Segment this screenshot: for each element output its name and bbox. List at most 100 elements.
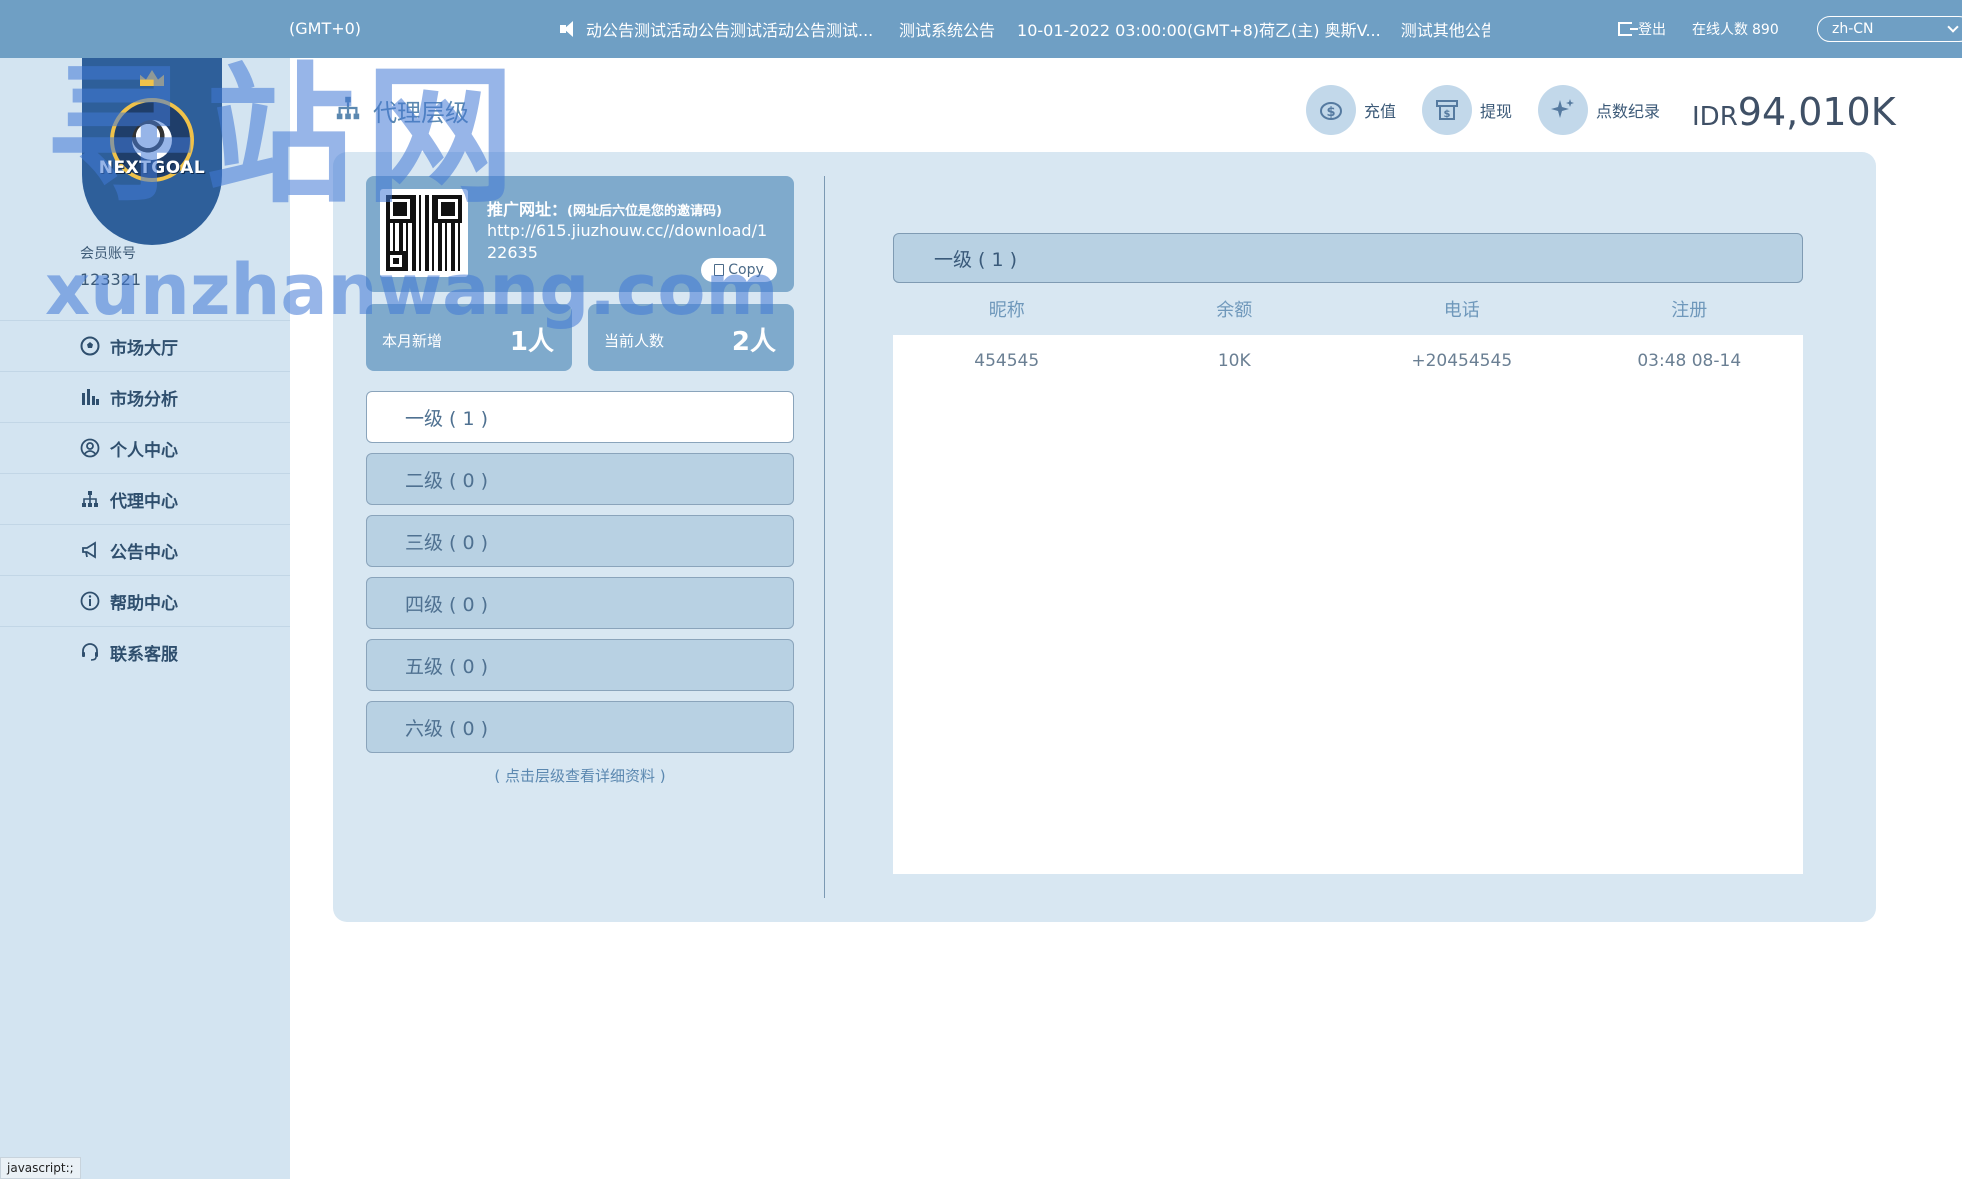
deposit-label: 充值 [1364,102,1397,121]
cell-registered: 03:48 08-14 [1637,351,1742,371]
announcement-item[interactable]: 测试其他公告 [1401,17,1490,41]
announcement-item[interactable]: 测试系统公告 [899,17,995,41]
bar-chart-icon [80,387,100,407]
sidebar-item-label: 代理中心 [110,491,178,512]
sidebar-nav: 市场大厅 市场分析 个人中心 代理中心 公告中心 帮助中心 联系客服 [0,320,290,677]
language-value: zh-CN [1832,21,1874,37]
timezone-label: (GMT+0) [289,19,362,38]
qr-code [380,189,468,277]
level-button-6[interactable]: 六级 ( 0 ) [366,701,794,753]
account-label: 会员账号 [80,246,136,262]
announcement-item[interactable]: 10-01-2022 03:00:00(GMT+8)荷乙(主) 奥斯V... [1017,17,1381,41]
promo-hint: (网址后六位是您的邀请码) [567,204,722,219]
online-label: 在线人数 [1692,22,1748,38]
level-button-1[interactable]: 一级 ( 1 ) [366,391,794,443]
speaker-icon [560,20,580,38]
level-list: 一级 ( 1 ) 二级 ( 0 ) 三级 ( 0 ) 四级 ( 0 ) 五级 (… [366,391,794,786]
balance-amount: 94,010K [1737,90,1896,134]
headset-icon [80,642,100,662]
sidebar-item-label: 市场分析 [110,389,178,410]
stat-label: 本月新增 [382,332,443,350]
sidebar: NEXTGOAL 会员账号 123321 市场大厅 市场分析 个人中心 代理中心… [0,58,290,1179]
atm-icon: $ [1422,85,1473,135]
table-body: 454545 10K +20454545 03:48 08-14 [893,335,1803,874]
browser-status-bar: javascript:; [0,1157,81,1179]
crown-icon [140,70,164,86]
logo[interactable]: NEXTGOAL [82,58,222,245]
table-row[interactable]: 454545 10K +20454545 03:48 08-14 [893,335,1803,387]
left-column: 推广网址：(网址后六位是您的邀请码) http://615.jiuzhouw.c… [366,176,794,786]
withdraw-label: 提现 [1480,102,1513,121]
points-record-button[interactable]: 点数纪录 [1538,85,1660,135]
promo-title-label: 推广网址： [487,200,568,219]
account-value: 123321 [80,270,142,289]
page-title-text: 代理层级 [373,99,469,127]
copy-button[interactable]: Copy [701,258,777,282]
level-button-3[interactable]: 三级 ( 0 ) [366,515,794,567]
cell-balance: 10K [1217,351,1251,371]
sidebar-item-market-analysis[interactable]: 市场分析 [0,371,290,422]
sidebar-item-label: 帮助中心 [110,593,178,614]
hierarchy-icon [80,489,100,509]
level-button-2[interactable]: 二级 ( 0 ) [366,453,794,505]
agent-hierarchy-panel: 推广网址：(网址后六位是您的邀请码) http://615.jiuzhouw.c… [333,152,1876,922]
sidebar-item-label: 公告中心 [110,542,178,563]
announcement-item[interactable]: 动公告测试活动公告测试活动公告测试... [586,17,881,41]
info-icon [80,591,100,611]
table-header: 昵称 余额 电话 注册 [893,283,1803,335]
column-header-balance: 余额 [1216,300,1253,321]
stat-value: 1人 [509,327,554,357]
column-header-nickname: 昵称 [988,300,1025,321]
withdraw-button[interactable]: $ 提现 [1422,85,1512,135]
soccer-ball-icon [80,336,100,356]
megaphone-icon [80,540,100,560]
level-detail-header: 一级 ( 1 ) [893,233,1803,283]
stat-current-members: 当前人数 2人 [588,304,794,371]
sidebar-item-personal-center[interactable]: 个人中心 [0,422,290,473]
column-divider [824,176,825,898]
header-actions: $ 充值 $ 提现 点数纪录 [1306,85,1686,135]
sparkle-icon [1538,85,1589,135]
promo-title: 推广网址：(网址后六位是您的邀请码) [487,196,722,220]
deposit-button[interactable]: $ 充值 [1306,85,1396,135]
balance-currency: IDR [1692,102,1738,132]
hierarchy-icon [333,94,363,128]
level-button-5[interactable]: 五级 ( 0 ) [366,639,794,691]
svg-text:$: $ [1444,109,1451,120]
language-select[interactable]: zh-CN [1817,16,1962,42]
stat-new-this-month: 本月新增 1人 [366,304,572,371]
online-users: 在线人数 890 [1692,19,1779,39]
copy-label: Copy [728,262,764,278]
level-detail: 一级 ( 1 ) 昵称 余额 电话 注册 454545 10K +2045454… [893,233,1803,874]
page-title: 代理层级 [333,93,469,128]
top-bar: (GMT+0) 动公告测试活动公告测试活动公告测试... 测试系统公告 10-0… [0,0,1962,58]
points-record-label: 点数纪录 [1596,102,1661,121]
level-button-4[interactable]: 四级 ( 0 ) [366,577,794,629]
piggy-bank-icon: $ [1306,85,1356,135]
logout-label: 登出 [1638,22,1666,38]
online-count: 890 [1752,22,1779,38]
sidebar-item-label: 市场大厅 [110,338,178,359]
cell-phone: +20454545 [1411,351,1513,371]
copy-icon [714,264,725,276]
sidebar-item-market-hall[interactable]: 市场大厅 [0,320,290,371]
announcement-marquee[interactable]: 动公告测试活动公告测试活动公告测试... 测试系统公告 10-01-2022 0… [560,17,1490,41]
sidebar-item-agent-center[interactable]: 代理中心 [0,473,290,524]
column-header-registered: 注册 [1671,300,1708,321]
sidebar-item-help-center[interactable]: 帮助中心 [0,575,290,626]
user-circle-icon [80,438,100,458]
balance-display: IDR94,010K [1692,90,1896,134]
sidebar-item-customer-service[interactable]: 联系客服 [0,626,290,677]
sidebar-item-label: 联系客服 [110,644,178,665]
stats-row: 本月新增 1人 当前人数 2人 [366,304,794,371]
level-hint: ( 点击层级查看详细资料 ) [494,767,666,785]
chevron-down-icon [1947,21,1959,33]
sidebar-item-label: 个人中心 [110,440,178,461]
stat-label: 当前人数 [604,332,665,350]
promo-card: 推广网址：(网址后六位是您的邀请码) http://615.jiuzhouw.c… [366,176,794,292]
sidebar-item-announcement-center[interactable]: 公告中心 [0,524,290,575]
logout-button[interactable]: 登出 [1618,19,1666,39]
logo-text: NEXTGOAL [98,158,206,178]
svg-text:$: $ [1326,105,1335,120]
column-header-phone: 电话 [1443,300,1480,321]
